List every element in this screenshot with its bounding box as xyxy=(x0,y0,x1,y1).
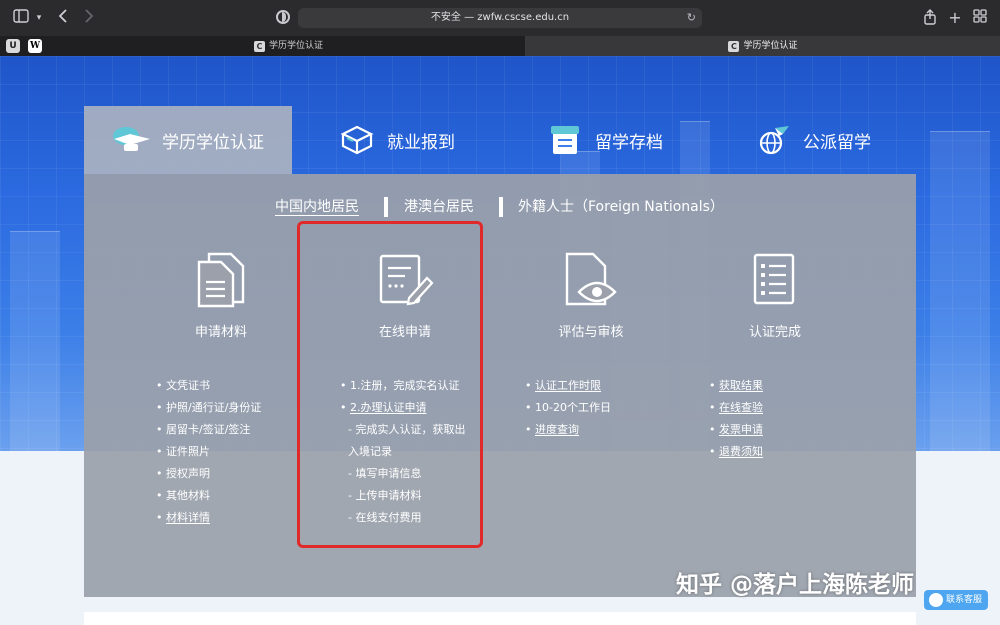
refund-notice-link[interactable]: 退费须知 xyxy=(709,441,763,463)
address-bar[interactable]: 不安全 — zwfw.cscse.edu.cn ↻ xyxy=(298,8,702,28)
processing-time-link[interactable]: 认证工作时限 xyxy=(525,375,611,397)
share-icon[interactable] xyxy=(922,9,938,27)
tab-employment-registration[interactable]: 就业报到 xyxy=(292,106,500,174)
materials-list: 文凭证书 护照/通行证/身份证 居留卡/签证/签注 证件照片 授权声明 其他材料… xyxy=(156,375,261,529)
tab-degree-verification[interactable]: 学历学位认证 xyxy=(84,106,292,174)
tab-favicon: C xyxy=(728,41,740,52)
highlight-box xyxy=(297,221,483,548)
pinned-tab-w[interactable]: W xyxy=(28,39,42,53)
tab-label: 公派留学 xyxy=(803,132,871,153)
cube-icon xyxy=(337,124,377,156)
grid-icon[interactable] xyxy=(972,9,988,27)
list-item: 授权声明 xyxy=(156,463,261,485)
list-item: 居留卡/签证/签注 xyxy=(156,419,261,441)
tab-title: 学历学位认证 xyxy=(743,41,798,51)
region-divider xyxy=(499,197,503,217)
region-hk-macau-taiwan[interactable]: 港澳台居民 xyxy=(404,196,474,218)
region-divider xyxy=(384,197,388,217)
region-foreign-nationals[interactable]: 外籍人士（Foreign Nationals） xyxy=(518,196,724,218)
url-text: 不安全 — zwfw.cscse.edu.cn xyxy=(430,12,570,23)
step-title-review: 评估与审核 xyxy=(558,325,624,340)
progress-query-link[interactable]: 进度查询 xyxy=(525,419,611,441)
review-list: 认证工作时限 10-20个工作日 进度查询 xyxy=(525,375,611,441)
browser-tab-active[interactable]: C 学历学位认证 xyxy=(526,36,1000,56)
tab-label: 留学存档 xyxy=(595,132,663,153)
pinned-tab-u[interactable]: U xyxy=(6,39,20,53)
chevron-right-icon[interactable] xyxy=(82,9,96,27)
step-title-complete: 认证完成 xyxy=(748,325,801,340)
list-item: 10-20个工作日 xyxy=(525,397,611,419)
list-item: 护照/通行证/身份证 xyxy=(156,397,261,419)
browser-tab[interactable]: C 学历学位认证 xyxy=(52,36,526,56)
sidebar-icon[interactable] xyxy=(12,9,30,27)
tab-strip: U W C 学历学位认证 C 学历学位认证 xyxy=(0,36,1000,56)
graduation-cap-icon xyxy=(112,124,152,156)
content-card xyxy=(84,612,916,625)
complete-list: 获取结果 在线查验 发票申请 退费须知 xyxy=(709,375,763,463)
airplane-globe-icon xyxy=(753,124,793,156)
step-title-materials: 申请材料 xyxy=(194,325,247,340)
service-button-label: 联系客服 xyxy=(945,595,982,605)
browser-toolbar: ▾ 不安全 — zwfw.cscse.edu.cn ↻ + xyxy=(0,0,1000,36)
list-item: 证件照片 xyxy=(156,441,261,463)
chevron-down-icon[interactable]: ▾ xyxy=(33,9,45,27)
tab-favicon: C xyxy=(253,41,265,52)
document-eye-icon xyxy=(561,252,621,308)
watermark: 知乎 @落户上海陈老师 xyxy=(676,572,915,598)
privacy-icon[interactable] xyxy=(276,10,290,24)
tab-study-archive[interactable]: 留学存档 xyxy=(500,106,708,174)
documents-icon xyxy=(191,252,251,308)
contact-service-button[interactable]: 联系客服 xyxy=(924,590,988,610)
tab-label: 学历学位认证 xyxy=(162,132,264,153)
tab-label: 就业报到 xyxy=(387,132,455,153)
building-graphic xyxy=(930,131,990,451)
invoice-request-link[interactable]: 发票申请 xyxy=(709,419,763,441)
chevron-left-icon[interactable] xyxy=(56,9,70,27)
building-graphic xyxy=(10,231,60,451)
checklist-icon xyxy=(745,252,805,308)
tab-government-study[interactable]: 公派留学 xyxy=(708,106,916,174)
get-result-link[interactable]: 获取结果 xyxy=(709,375,763,397)
list-item: 其他材料 xyxy=(156,485,261,507)
region-mainland[interactable]: 中国内地居民 xyxy=(275,196,359,218)
online-verify-link[interactable]: 在线查验 xyxy=(709,397,763,419)
list-item: 文凭证书 xyxy=(156,375,261,397)
tab-title: 学历学位认证 xyxy=(268,41,323,51)
plus-icon[interactable]: + xyxy=(948,9,962,27)
materials-detail-link[interactable]: 材料详情 xyxy=(156,507,261,529)
archive-icon xyxy=(545,124,585,156)
reload-icon[interactable]: ↻ xyxy=(687,8,696,28)
headset-icon xyxy=(929,593,943,607)
